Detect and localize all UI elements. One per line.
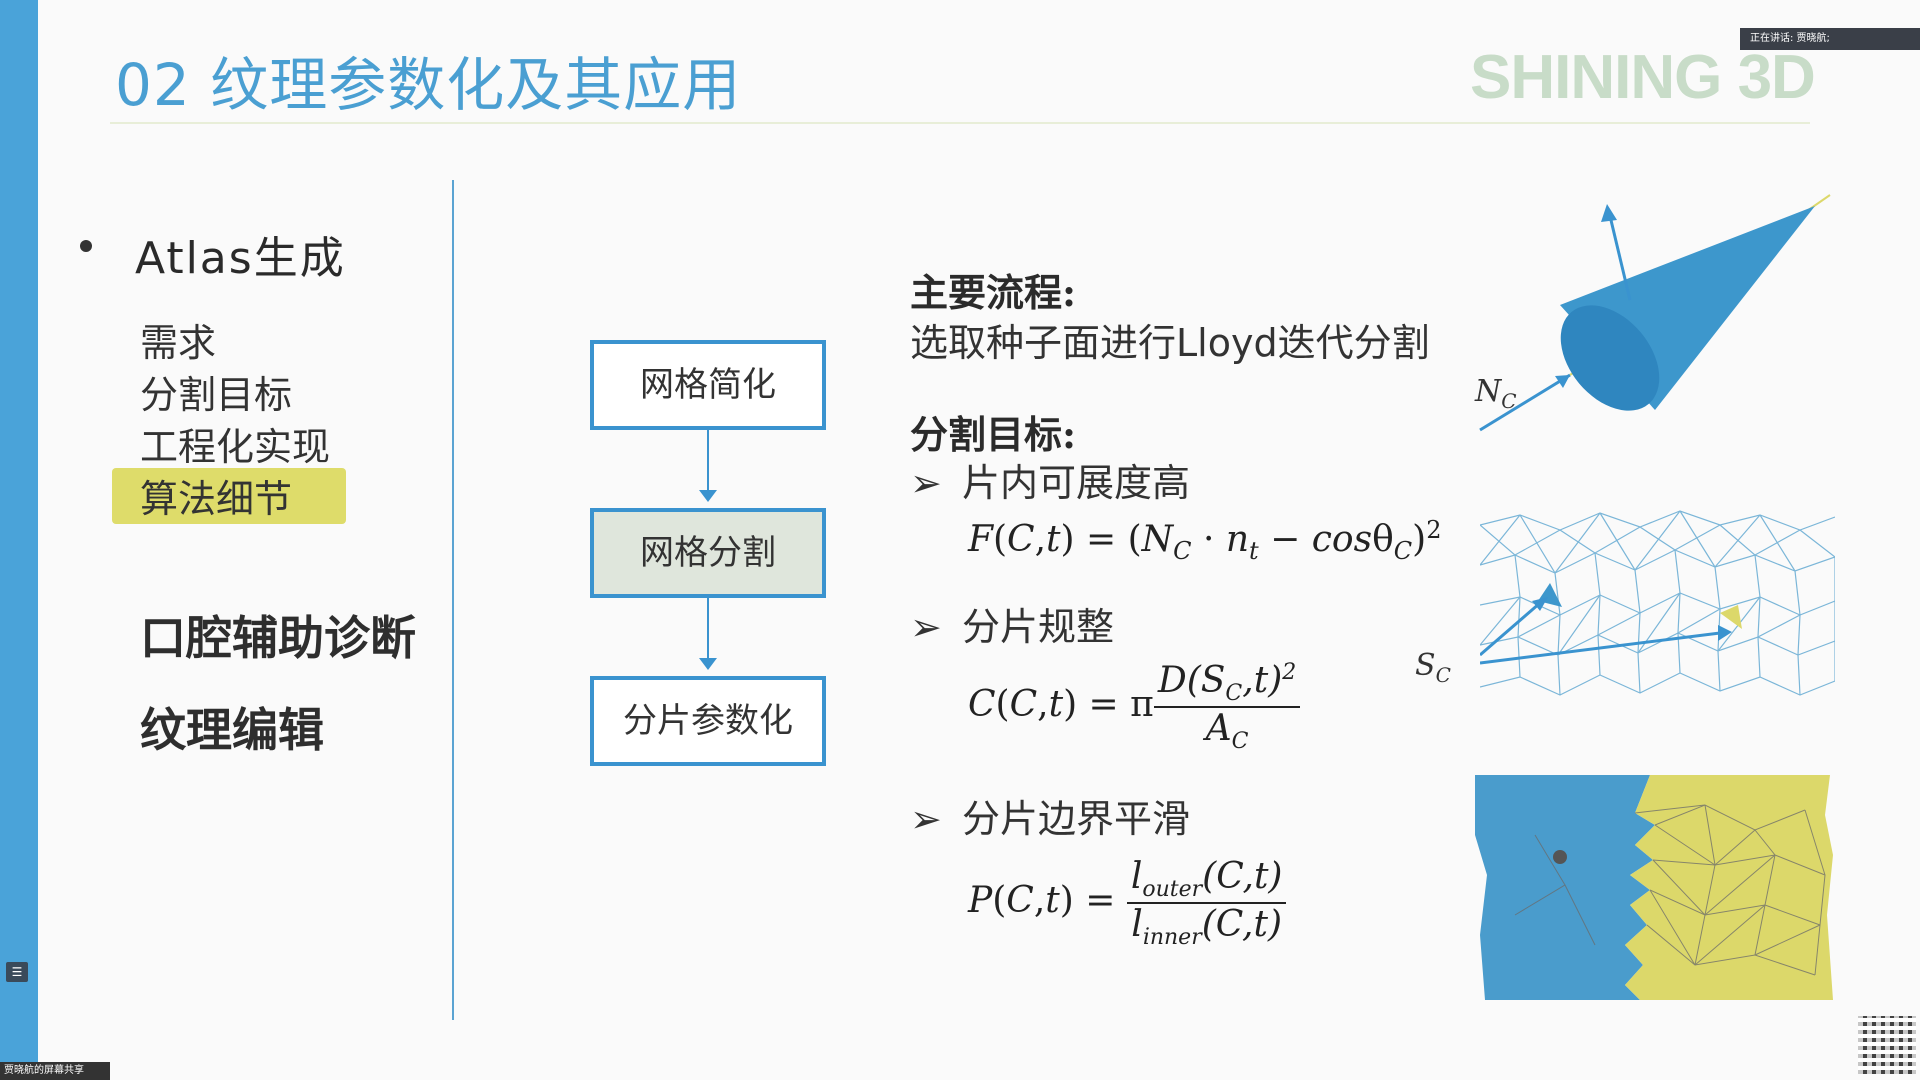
patch-figure: [1475, 775, 1835, 1000]
goal-heading: 分割目标:: [910, 412, 1077, 457]
flow-arrow-line: [707, 430, 709, 492]
qr-code-overlay: [1858, 1016, 1916, 1074]
goal-item-developability: ➢ 片内可展度高: [910, 461, 1191, 505]
outline-heading: Atlas生成: [135, 233, 346, 284]
flow-step-simplify: 网格简化: [590, 340, 826, 430]
arrow-down-icon: [699, 490, 717, 502]
left-side-bar: [0, 0, 38, 1080]
outline-item-requirements: 需求: [140, 321, 217, 365]
title-divider: [110, 122, 1810, 124]
outline-item-algorithm: 算法细节: [140, 477, 293, 521]
screen-share-indicator[interactable]: 贾晓航的屏幕共享: [0, 1062, 110, 1080]
chevron-right-icon: ➢: [910, 605, 942, 649]
cone-figure: [1479, 194, 1831, 432]
process-heading: 主要流程:: [910, 270, 1077, 315]
flow-arrow-line: [707, 598, 709, 660]
mesh-figure: [1480, 510, 1835, 696]
outline-topic-texture: 纹理编辑: [140, 703, 324, 757]
vertical-divider: [452, 180, 454, 1020]
flow-step-parameterize: 分片参数化: [590, 676, 826, 766]
mesh-seed-label: SC: [1415, 648, 1451, 687]
outline-item-goals: 分割目标: [140, 373, 293, 417]
company-logo: SHINING 3D: [1470, 43, 1816, 112]
cone-normal-label: NC: [1475, 374, 1517, 413]
process-text: 选取种子面进行Lloyd迭代分割: [910, 321, 1430, 365]
goal-item-smoothness: ➢ 分片边界平滑: [910, 797, 1191, 841]
formula-developability: F(C,t) = (NC · nt − cosθC)2: [968, 516, 1442, 566]
chevron-right-icon: ➢: [910, 797, 942, 841]
bullet-icon: [80, 240, 92, 252]
outline-item-engineering: 工程化实现: [140, 425, 331, 469]
formula-regularity: C(C,t) = π D(SC,t)2 AC: [968, 660, 1301, 754]
arrow-down-icon: [699, 658, 717, 670]
slide-title: 02 纹理参数化及其应用: [115, 51, 742, 119]
outline-topic-oral: 口腔辅助诊断: [140, 611, 416, 665]
chevron-right-icon: ➢: [910, 461, 942, 505]
flow-step-segment: 网格分割: [590, 508, 826, 598]
formula-smoothness: P(C,t) = louter(C,t) linner(C,t): [968, 856, 1287, 950]
menu-icon[interactable]: ☰: [6, 962, 28, 982]
speaker-status-bar: 正在讲话: 贾晓航;: [1740, 28, 1920, 50]
goal-item-regularity: ➢ 分片规整: [910, 605, 1115, 649]
